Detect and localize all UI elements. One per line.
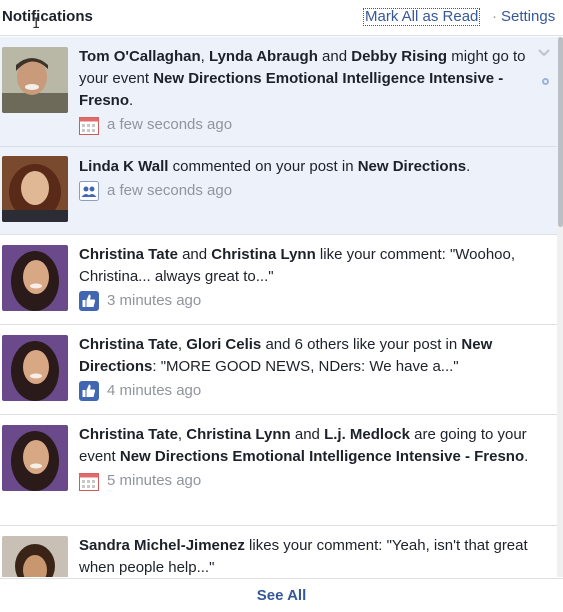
notification-item[interactable]: Christina Tate and Christina Lynn like y… <box>0 235 557 325</box>
notification-text: Sandra Michel-Jimenez likes your comment… <box>79 535 534 577</box>
timestamp: 3 minutes ago <box>107 292 202 309</box>
notification-plain-text: and <box>317 48 352 65</box>
chevron-down-icon[interactable] <box>538 46 550 58</box>
timestamp: 4 minutes ago <box>107 382 202 399</box>
notification-plain-text: . <box>524 448 529 465</box>
avatar[interactable] <box>2 536 68 577</box>
avatar[interactable] <box>2 156 68 222</box>
like-icon <box>79 381 99 401</box>
notification-bold-text[interactable]: Linda K Wall <box>79 158 168 175</box>
avatar[interactable] <box>2 335 68 401</box>
notification-plain-text: , <box>200 48 209 65</box>
scrollbar-thumb[interactable] <box>558 37 563 227</box>
notification-plain-text: commented on your post in <box>168 158 358 175</box>
mark-read-dot[interactable] <box>542 78 549 85</box>
timestamp: a few seconds ago <box>107 182 233 199</box>
notification-content: Tom O'Callaghan, Lynda Abraugh and Debby… <box>79 46 534 136</box>
separator-dot: · <box>492 8 497 25</box>
notification-content: Sandra Michel-Jimenez likes your comment… <box>79 535 534 577</box>
calendar-icon <box>79 471 99 491</box>
notification-bold-text[interactable]: Tom O'Callaghan <box>79 48 201 65</box>
notification-bold-text[interactable]: Christina Lynn <box>211 246 315 263</box>
notification-bold-text[interactable]: New Directions Emotional Intelligence In… <box>120 448 524 465</box>
notification-bold-text[interactable]: Christina Tate <box>79 246 178 263</box>
notification-text: Tom O'Callaghan, Lynda Abraugh and Debby… <box>79 46 534 112</box>
notification-content: Christina Tate, Glori Celis and 6 others… <box>79 334 534 402</box>
notification-plain-text: and 6 others like your post in <box>261 336 462 353</box>
notification-bold-text[interactable]: Debby Rising <box>351 48 447 65</box>
notification-item[interactable]: Tom O'Callaghan, Lynda Abraugh and Debby… <box>0 37 557 147</box>
notification-content: Christina Tate and Christina Lynn like y… <box>79 244 534 312</box>
notification-plain-text: , <box>177 426 187 443</box>
notifications-footer: See All <box>0 578 563 612</box>
timestamp: a few seconds ago <box>107 116 233 133</box>
notification-text: Christina Tate, Glori Celis and 6 others… <box>79 334 534 378</box>
notification-plain-text: , <box>177 336 187 353</box>
calendar-icon <box>79 115 99 135</box>
settings-link[interactable]: Settings <box>501 8 555 25</box>
notification-bold-text[interactable]: Lynda Abraugh <box>209 48 318 65</box>
notification-item[interactable]: Christina Tate, Christina Lynn and L.j. … <box>0 415 557 526</box>
notification-plain-text: and <box>290 426 325 443</box>
notification-item[interactable]: Christina Tate, Glori Celis and 6 others… <box>0 325 557 415</box>
avatar[interactable] <box>2 47 68 113</box>
notification-text: Christina Tate and Christina Lynn like y… <box>79 244 534 288</box>
notification-bold-text[interactable]: Sandra Michel-Jimenez <box>79 537 245 554</box>
notification-bold-text[interactable]: New Directions <box>358 158 466 175</box>
like-icon <box>79 291 99 311</box>
notification-bold-text[interactable]: Christina Tate <box>79 426 178 443</box>
notifications-list: Tom O'Callaghan, Lynda Abraugh and Debby… <box>0 37 557 577</box>
timestamp: 5 minutes ago <box>107 472 202 489</box>
notification-bold-text[interactable]: Christina Lynn <box>186 426 290 443</box>
notification-plain-text: . <box>466 158 471 175</box>
scrollbar[interactable] <box>557 37 563 577</box>
notification-bold-text[interactable]: L.j. Medlock <box>324 426 410 443</box>
notification-text: Linda K Wall commented on your post in N… <box>79 156 534 178</box>
notification-plain-text: and <box>177 246 212 263</box>
notification-bold-text[interactable]: Glori Celis <box>186 336 261 353</box>
mark-all-read-link[interactable]: Mark All as Read <box>363 8 481 26</box>
avatar[interactable] <box>2 245 68 311</box>
notification-content: Linda K Wall commented on your post in N… <box>79 156 534 202</box>
group-icon <box>79 181 99 201</box>
text-cursor-icon: I <box>32 16 41 32</box>
notification-plain-text: : "MORE GOOD NEWS, NDers: We have a..." <box>152 358 459 375</box>
notification-item[interactable]: Linda K Wall commented on your post in N… <box>0 147 557 235</box>
avatar[interactable] <box>2 425 68 491</box>
page-title: Notifications <box>2 8 93 25</box>
notification-bold-text[interactable]: Christina Tate <box>79 336 178 353</box>
notification-text: Christina Tate, Christina Lynn and L.j. … <box>79 424 534 468</box>
notification-item[interactable]: Sandra Michel-Jimenez likes your comment… <box>0 526 557 577</box>
notification-plain-text: . <box>129 92 134 109</box>
see-all-link[interactable]: See All <box>257 587 306 604</box>
notifications-header: Notifications I Mark All as Read · Setti… <box>0 0 563 36</box>
notification-content: Christina Tate, Christina Lynn and L.j. … <box>79 424 534 492</box>
